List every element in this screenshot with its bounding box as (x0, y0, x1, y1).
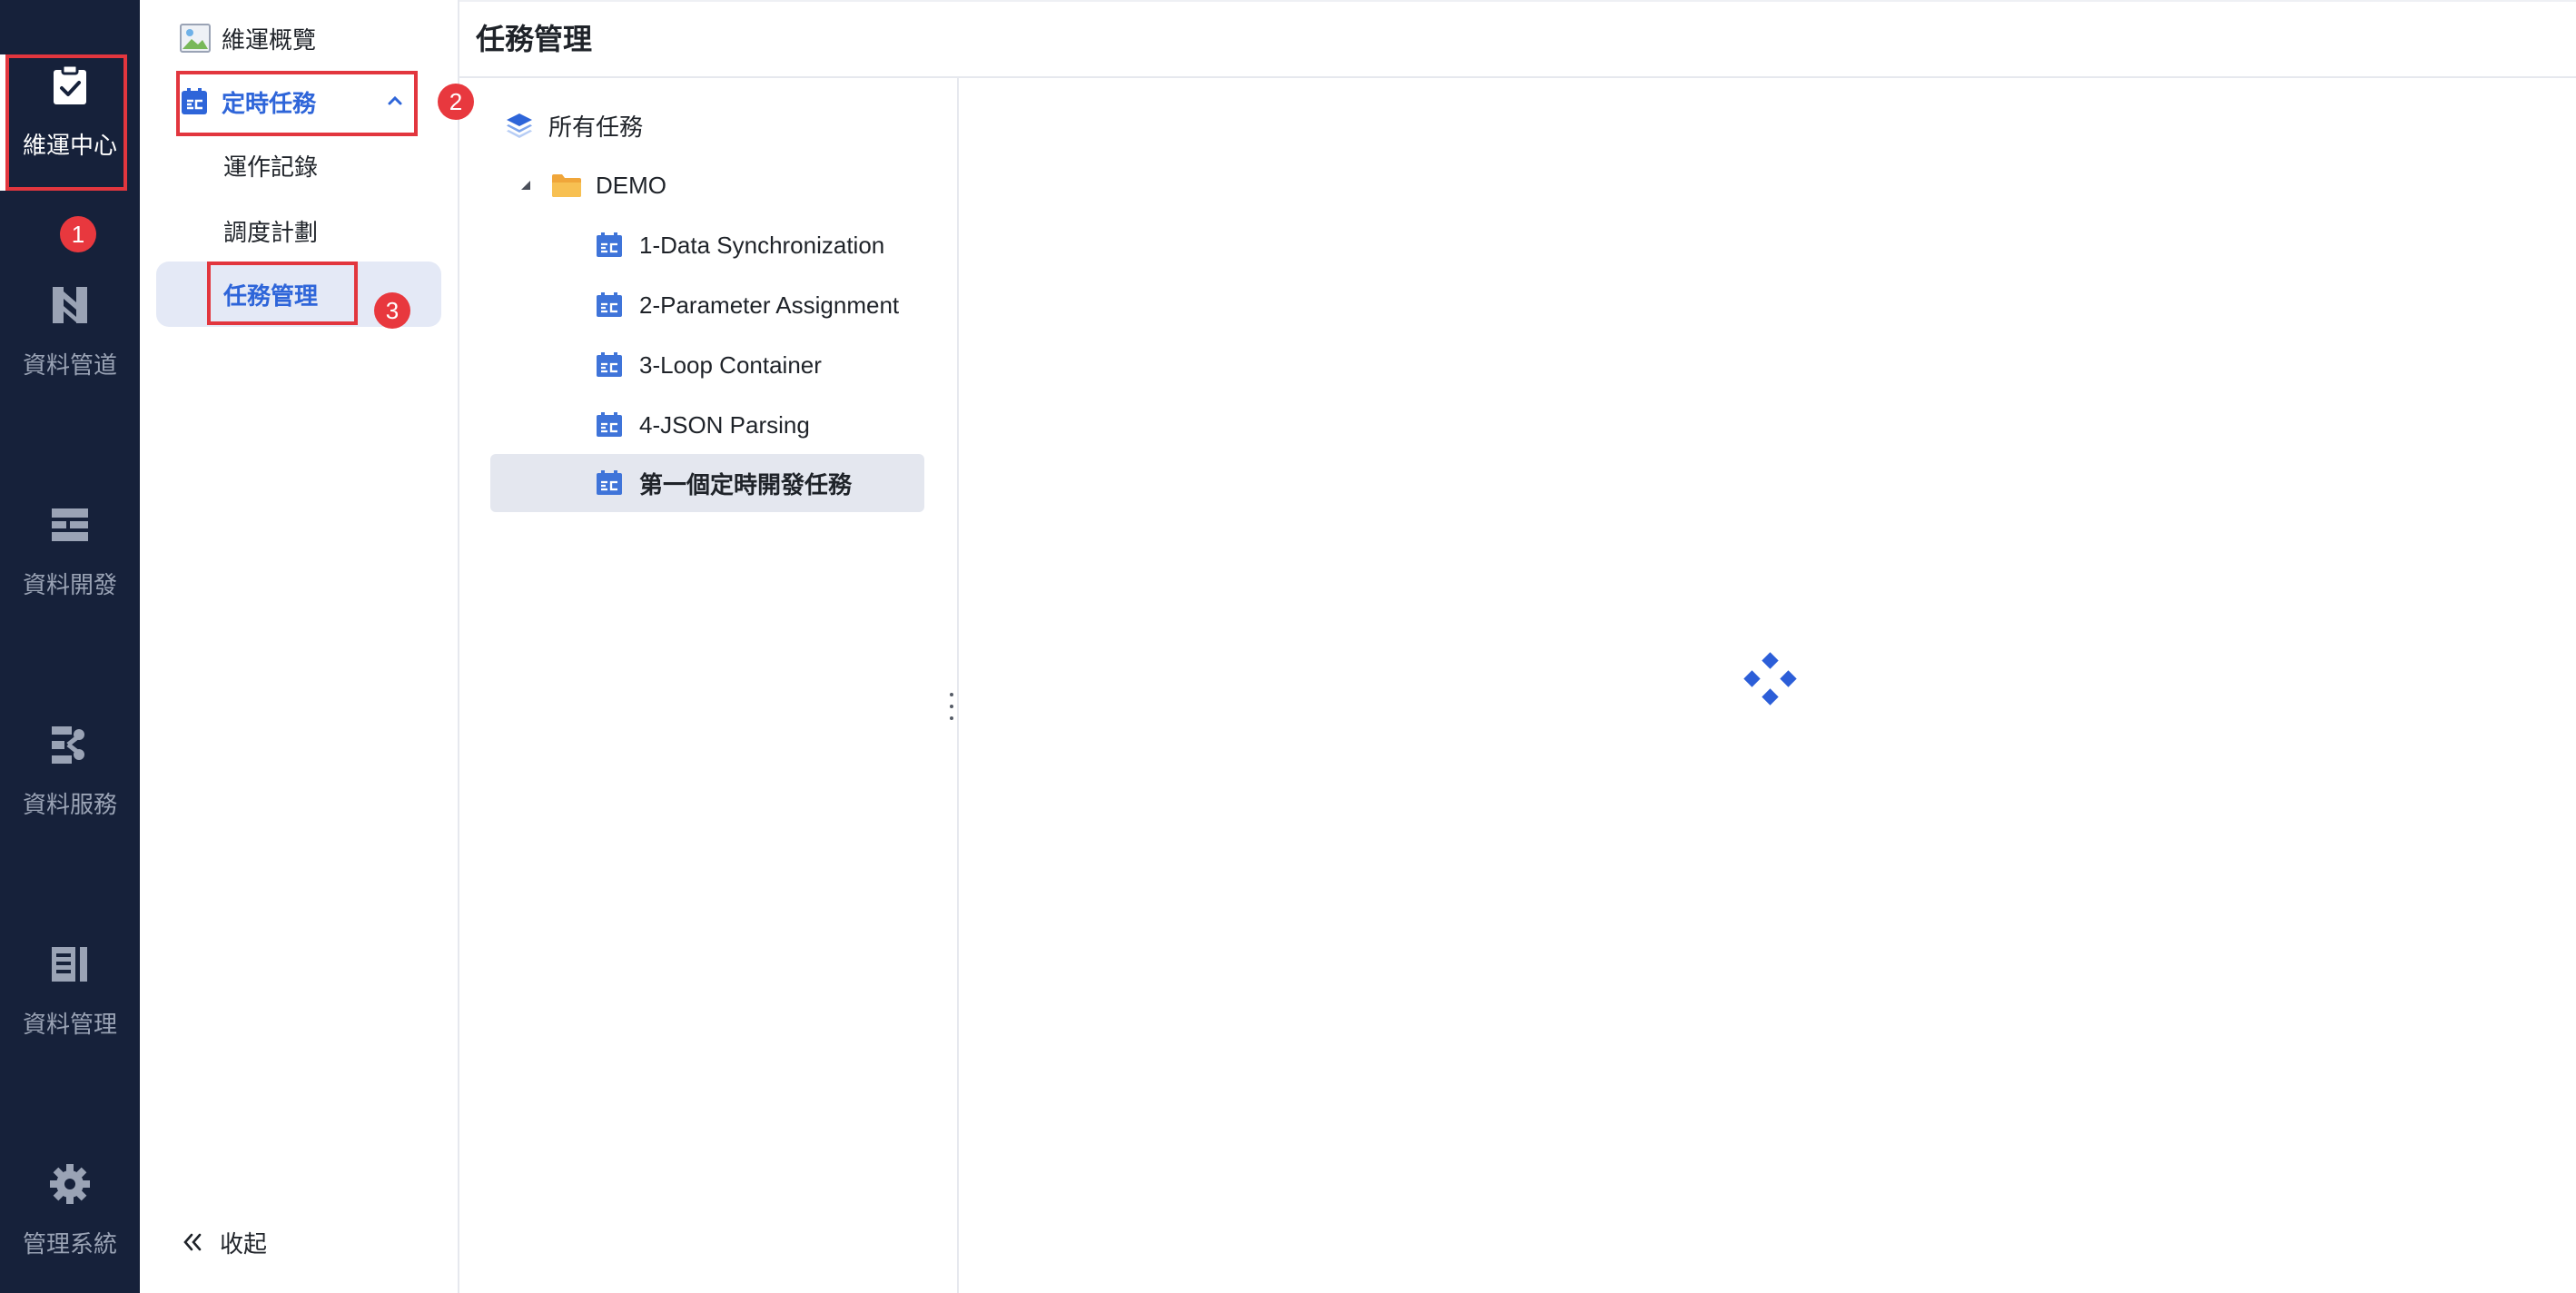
tree-root-all-tasks[interactable]: 所有任務 (505, 96, 643, 154)
chevron-up-icon (385, 91, 405, 111)
image-icon (180, 24, 211, 53)
rail-item-data-pipeline[interactable]: 資料管道 (0, 272, 140, 418)
task-label: 2-Parameter Assignment (639, 291, 900, 319)
collapse-button[interactable]: 收起 (180, 1222, 267, 1262)
scheduled-task-icon (180, 87, 209, 116)
loading-spinner-icon (1743, 652, 1798, 706)
scheduled-task-icon (597, 412, 622, 437)
menu-item-label: 維運概覽 (222, 25, 317, 54)
step-badge-2: 2 (438, 84, 474, 120)
menu-item-label: 運作記錄 (223, 153, 319, 181)
scheduled-task-icon (597, 292, 622, 317)
rail-label: 維運中心 (22, 132, 117, 159)
rail-label: 管理系統 (22, 1230, 117, 1258)
menu-item-run-log[interactable]: 運作記錄 (223, 145, 318, 185)
data-manage-icon (48, 943, 92, 986)
page-header: 任務管理 (459, 0, 2576, 78)
gear-icon (48, 1162, 92, 1206)
layers-icon (505, 112, 534, 139)
task-label: 4-JSON Parsing (639, 410, 810, 439)
menu-item-label: 任務管理 (223, 281, 319, 310)
scheduled-task-icon (597, 232, 622, 257)
pipeline-icon (48, 283, 92, 327)
tree-task-item[interactable]: 3-Loop Container (596, 336, 822, 394)
secondary-menu: 維運概覽 定時任務 運作記錄 調度計劃 任務管理 收起 (140, 0, 459, 1293)
rail-label: 資料服務 (22, 791, 117, 818)
scheduled-task-icon (597, 470, 622, 495)
task-detail-panel (959, 78, 2576, 1293)
folder-label: DEMO (596, 171, 666, 199)
menu-item-label: 定時任務 (222, 89, 317, 117)
tree-task-item[interactable]: 1-Data Synchronization (596, 216, 884, 274)
rail-item-ops-center[interactable]: 維運中心 (0, 53, 140, 198)
task-label: 3-Loop Container (639, 350, 822, 379)
page-title: 任務管理 (476, 23, 593, 55)
menu-item-ops-overview[interactable]: 維運概覽 (180, 18, 316, 58)
data-service-icon (48, 723, 92, 766)
rail-item-data-development[interactable]: 資料開發 (0, 492, 140, 637)
collapse-label: 收起 (220, 1229, 268, 1258)
task-tree-panel: 所有任務 DEMO 1-Data Synchronization 2-Param… (459, 78, 959, 1293)
task-label: 1-Data Synchronization (639, 231, 885, 259)
rail-item-data-service[interactable]: 資料服務 (0, 712, 140, 857)
clipboard-check-icon (48, 64, 92, 107)
menu-item-schedule-plan[interactable]: 調度計劃 (223, 211, 318, 251)
task-label: 第一個定時開發任務 (639, 470, 853, 498)
tree-task-item-selected[interactable]: 第一個定時開發任務 (490, 454, 924, 512)
rail-label: 資料開發 (22, 571, 117, 598)
scheduled-task-icon (597, 352, 622, 377)
rail-item-data-management[interactable]: 資料管理 (0, 932, 140, 1077)
tree-task-item[interactable]: 2-Parameter Assignment (596, 276, 899, 334)
data-dev-icon (48, 503, 92, 547)
tree-task-item[interactable]: 4-JSON Parsing (596, 396, 810, 454)
menu-item-scheduled-tasks[interactable]: 定時任務 (180, 80, 418, 123)
step-badge-3: 3 (374, 292, 410, 329)
double-chevron-left-icon (180, 1229, 205, 1255)
tree-root-label: 所有任務 (548, 113, 644, 141)
folder-icon (550, 172, 583, 199)
step-badge-1: 1 (60, 216, 96, 252)
menu-item-label: 調度計劃 (223, 218, 319, 246)
rail-item-admin-system[interactable]: 管理系統 (0, 1151, 140, 1293)
primary-nav-rail: 維運中心 資料管道 資料開發 資料服務 資料管理 管理系統 (0, 0, 140, 1293)
rail-label: 資料管理 (22, 1011, 117, 1038)
caret-down-icon (519, 179, 532, 192)
rail-label: 資料管道 (22, 351, 117, 379)
tree-folder-demo[interactable]: DEMO (519, 156, 666, 214)
